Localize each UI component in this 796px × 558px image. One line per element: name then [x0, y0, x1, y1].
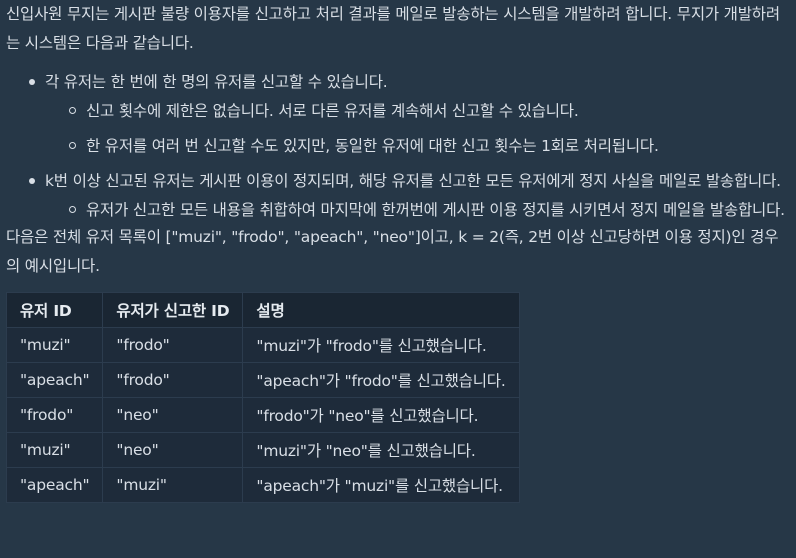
- cell-reported-id: "frodo": [102, 362, 244, 398]
- column-header-description: 설명: [242, 292, 520, 328]
- sub-rule-item: 유저가 신고한 모든 내용을 취합하여 마지막에 한꺼번에 게시판 이용 정지를…: [69, 198, 788, 223]
- sub-rules-list: 유저가 신고한 모든 내용을 취합하여 마지막에 한꺼번에 게시판 이용 정지를…: [45, 198, 788, 223]
- cell-description: "muzi"가 "frodo"를 신고했습니다.: [242, 327, 520, 363]
- table-row: "apeach" "frodo" "apeach"가 "frodo"를 신고했습…: [5, 362, 520, 398]
- cell-reported-id: "frodo": [102, 327, 244, 363]
- cell-user-id: "apeach": [5, 362, 104, 398]
- cell-description: "apeach"가 "frodo"를 신고했습니다.: [242, 362, 520, 398]
- column-header-user-id: 유저 ID: [5, 292, 104, 328]
- cell-description: "apeach"가 "muzi"를 신고했습니다.: [242, 467, 520, 503]
- sub-rule-item: 한 유저를 여러 번 신고할 수도 있지만, 동일한 유저에 대한 신고 횟수는…: [69, 134, 788, 159]
- cell-user-id: "muzi": [5, 327, 104, 363]
- cell-user-id: "apeach": [5, 467, 104, 503]
- cell-reported-id: "neo": [102, 432, 244, 468]
- column-header-reported-id: 유저가 신고한 ID: [102, 292, 244, 328]
- table-header-row: 유저 ID 유저가 신고한 ID 설명: [5, 292, 520, 328]
- example-paragraph: 다음은 전체 유저 목록이 ["muzi", "frodo", "apeach"…: [6, 228, 779, 275]
- problem-description: 신입사원 무지는 게시판 불량 이용자를 신고하고 처리 결과를 메일로 발송하…: [0, 0, 796, 503]
- table-row: "muzi" "frodo" "muzi"가 "frodo"를 신고했습니다.: [5, 327, 520, 363]
- cell-user-id: "muzi": [5, 432, 104, 468]
- cell-description: "frodo"가 "neo"를 신고했습니다.: [242, 397, 520, 433]
- cell-reported-id: "neo": [102, 397, 244, 433]
- cell-description: "muzi"가 "neo"를 신고했습니다.: [242, 432, 520, 468]
- intro-paragraph: 신입사원 무지는 게시판 불량 이용자를 신고하고 처리 결과를 메일로 발송하…: [6, 5, 780, 52]
- report-table: 유저 ID 유저가 신고한 ID 설명 "muzi" "frodo" "muzi…: [5, 292, 520, 503]
- table-row: "frodo" "neo" "frodo"가 "neo"를 신고했습니다.: [5, 397, 520, 433]
- rule-text: k번 이상 신고된 유저는 게시판 이용이 정지되며, 해당 유저를 신고한 모…: [45, 172, 781, 190]
- sub-rule-item: 신고 횟수에 제한은 없습니다. 서로 다른 유저를 계속해서 신고할 수 있습…: [69, 99, 788, 124]
- sub-rules-list: 신고 횟수에 제한은 없습니다. 서로 다른 유저를 계속해서 신고할 수 있습…: [45, 99, 788, 159]
- rule-text: 각 유저는 한 번에 한 명의 유저를 신고할 수 있습니다.: [45, 73, 388, 91]
- cell-reported-id: "muzi": [102, 467, 244, 503]
- rules-list: 각 유저는 한 번에 한 명의 유저를 신고할 수 있습니다. 신고 횟수에 제…: [6, 70, 788, 223]
- table-row: "apeach" "muzi" "apeach"가 "muzi"를 신고했습니다…: [5, 467, 520, 503]
- rule-item: k번 이상 신고된 유저는 게시판 이용이 정지되며, 해당 유저를 신고한 모…: [29, 169, 788, 223]
- cell-user-id: "frodo": [5, 397, 104, 433]
- rule-item: 각 유저는 한 번에 한 명의 유저를 신고할 수 있습니다. 신고 횟수에 제…: [29, 70, 788, 159]
- table-row: "muzi" "neo" "muzi"가 "neo"를 신고했습니다.: [5, 432, 520, 468]
